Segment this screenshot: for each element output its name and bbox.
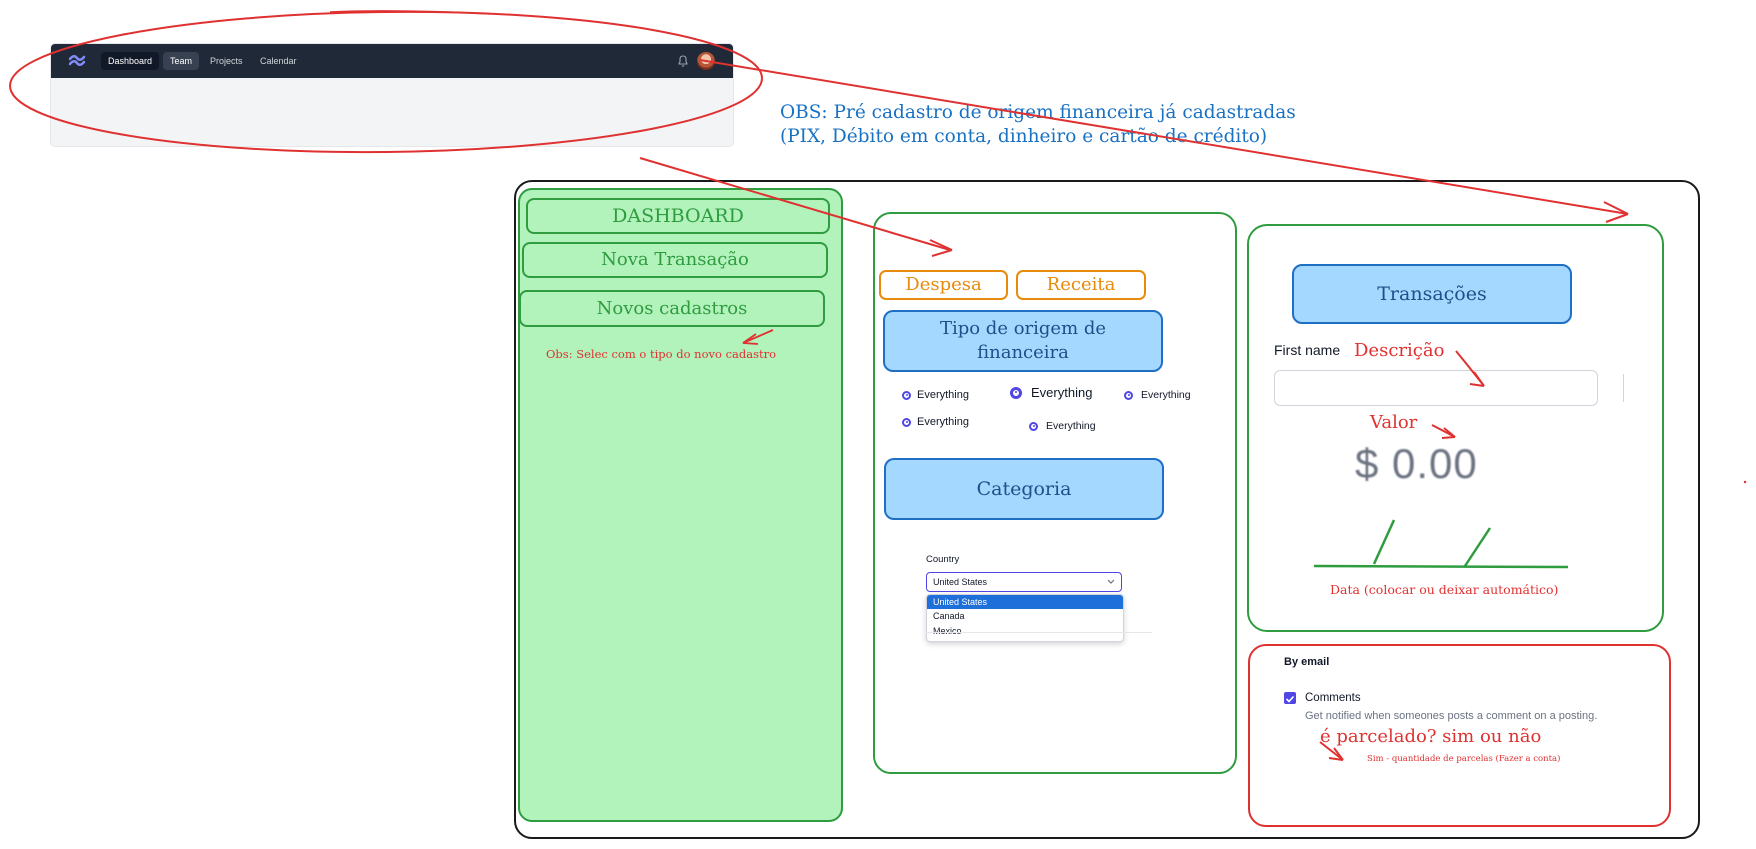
arrow-head bbox=[1469, 371, 1485, 387]
arrow-to-main bbox=[699, 59, 1629, 215]
stray-dot bbox=[1743, 480, 1747, 484]
date-separator bbox=[1372, 519, 1396, 565]
date-baseline bbox=[1313, 564, 1569, 569]
date-separator bbox=[1463, 527, 1492, 567]
arrow-sidebar-obs bbox=[742, 329, 774, 344]
highlight-ellipse bbox=[9, 10, 763, 154]
arrow-parcelado bbox=[1319, 741, 1344, 761]
annotation-strokes bbox=[9, 10, 1747, 761]
arrow-to-middle bbox=[639, 157, 951, 251]
